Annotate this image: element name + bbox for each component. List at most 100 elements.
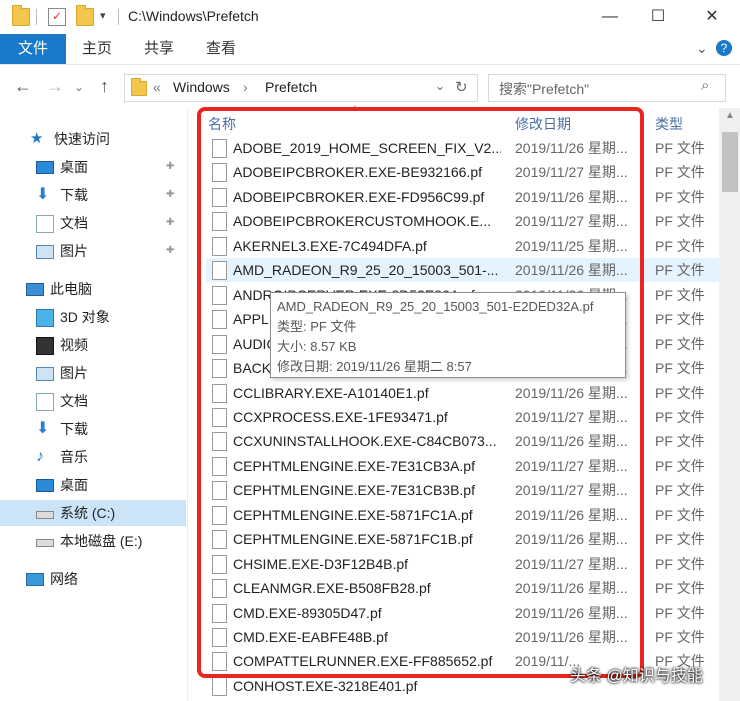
file-name: CMD.EXE-89305D47.pf	[233, 604, 382, 621]
file-row[interactable]: CMD.EXE-EABFE48B.pf 2019/11/26 星期... PF 文件	[206, 625, 726, 649]
up-arrow-icon[interactable]: ↑	[100, 76, 109, 97]
file-name: CCLIBRARY.EXE-A10140E1.pf	[233, 384, 429, 401]
pin-icon[interactable]: ✚	[166, 210, 174, 236]
sidebar-item[interactable]: 图片 ✚	[0, 238, 186, 264]
sidebar-item[interactable]: 此电脑	[0, 276, 186, 302]
new-folder-icon[interactable]	[76, 5, 94, 26]
overflow-crumb[interactable]: «	[153, 79, 161, 95]
file-row[interactable]: CCLIBRARY.EXE-A10140E1.pf 2019/11/26 星期..…	[206, 381, 726, 405]
column-header-date[interactable]: 修改日期	[515, 114, 571, 134]
sidebar-item[interactable]: 系统 (C:)	[0, 500, 186, 526]
file-row[interactable]: CHSIME.EXE-D3F12B4B.pf 2019/11/27 星期... PF…	[206, 552, 726, 576]
file-type: PF 文件	[655, 384, 705, 401]
sidebar-item-label: 下载	[60, 187, 88, 203]
help-icon[interactable]: ?	[716, 40, 732, 56]
maximize-button[interactable]: ☐	[634, 0, 682, 34]
chevron-down-icon[interactable]: ⌄	[435, 79, 445, 93]
search-placeholder[interactable]: 搜索"Prefetch"	[499, 79, 589, 99]
file-name: AMD_RADEON_R9_25_20_15003_501-...	[233, 262, 499, 279]
vertical-scrollbar[interactable]: ▲	[719, 108, 740, 701]
sidebar-item[interactable]: 文档	[0, 388, 186, 414]
file-name: CONHOST.EXE-3218E401.pf	[233, 677, 418, 694]
sidebar-item[interactable]: 3D 对象	[0, 304, 186, 330]
breadcrumb-windows[interactable]: Windows	[173, 79, 230, 95]
sidebar-item-label: 此电脑	[50, 281, 92, 297]
sidebar-item[interactable]: ⬇ 下载	[0, 416, 186, 442]
document-icon	[36, 393, 54, 411]
file-icon	[212, 628, 227, 647]
file-row[interactable]: ADOBEIPCBROKER.EXE-FD956C99.pf 2019/11/26…	[206, 185, 726, 209]
file-icon	[212, 236, 227, 256]
file-row[interactable]: CEPHTMLENGINE.EXE-5871FC1A.pf 2019/11/26 …	[206, 503, 726, 527]
file-icon	[212, 407, 227, 427]
file-type: PF 文件	[655, 457, 705, 474]
address-bar[interactable]: « Windows › Prefetch ⌄ ↻	[124, 74, 478, 102]
file-icon	[212, 456, 227, 476]
back-arrow-icon[interactable]: ←	[14, 76, 32, 97]
watermark: 头条 @知识与技能	[570, 668, 703, 685]
computer-icon	[26, 283, 44, 296]
file-icon	[212, 212, 227, 232]
file-row[interactable]: CCXUNINSTALLHOOK.EXE-C84CB073... 2019/11/…	[206, 429, 726, 453]
close-button[interactable]: ✕	[688, 0, 736, 34]
sidebar-item[interactable]: 本地磁盘 (E:)	[0, 528, 186, 554]
sidebar-item-label: 桌面	[60, 159, 88, 175]
tab-share[interactable]: 共享	[144, 34, 174, 64]
tab-file[interactable]: 文件	[0, 34, 66, 64]
scroll-up-icon[interactable]: ▲	[725, 110, 735, 121]
file-icon	[212, 359, 227, 379]
navigation-pane: ★ 快速访问 桌面 ✚ ⬇ 下载 ✚ 文档 ✚ 图片 ✚ 此电脑 3D 对象 视频 图片 文档 ⬇ 下载 ♪ 音乐 桌面…	[0, 118, 186, 701]
file-icon	[212, 554, 227, 574]
file-icon	[212, 310, 227, 330]
file-date: 2019/11/26 星期...	[515, 188, 628, 205]
file-type: PF 文件	[655, 213, 705, 230]
file-row[interactable]: ADOBEIPCBROKER.EXE-BE932166.pf 2019/11/27…	[206, 160, 726, 184]
sidebar-item[interactable]: ⬇ 下载 ✚	[0, 182, 186, 208]
file-type: PF 文件	[655, 360, 705, 377]
breadcrumb-prefetch[interactable]: Prefetch	[265, 79, 317, 95]
column-header-type[interactable]: 类型	[655, 114, 683, 134]
pin-icon[interactable]: ✚	[166, 182, 174, 208]
customize-toolbar-icon[interactable]: ▾	[100, 9, 106, 22]
folder-icon[interactable]	[12, 5, 30, 26]
search-box[interactable]: 搜索"Prefetch" ⌕	[488, 74, 726, 102]
file-row[interactable]: ADOBEIPCBROKERCUSTOMHOOK.E... 2019/11/27 …	[206, 209, 726, 233]
sidebar-item[interactable]: ★ 快速访问	[0, 126, 186, 152]
file-row[interactable]: CMD.EXE-89305D47.pf 2019/11/26 星期... PF 文件	[206, 601, 726, 625]
tab-home[interactable]: 主页	[82, 34, 112, 64]
sidebar-item[interactable]: 图片	[0, 360, 186, 386]
sidebar-item[interactable]: ♪ 音乐	[0, 444, 186, 470]
sidebar-item[interactable]: 文档 ✚	[0, 210, 186, 236]
minimize-button[interactable]: —	[586, 0, 634, 34]
sidebar-item[interactable]: 视频	[0, 332, 186, 358]
file-list: 名称 修改日期 类型 ⌃ ADOBE_2019_HOME_SCREEN_FIX_…	[187, 104, 740, 701]
pin-icon[interactable]: ✚	[166, 238, 174, 264]
file-name: CEPHTMLENGINE.EXE-5871FC1B.pf	[233, 531, 473, 548]
desktop-icon	[36, 479, 54, 492]
tab-view[interactable]: 查看	[206, 34, 236, 64]
search-icon[interactable]: ⌕	[701, 77, 709, 94]
sidebar-item[interactable]: 桌面 ✚	[0, 154, 186, 180]
file-row[interactable]: CEPHTMLENGINE.EXE-7E31CB3B.pf 2019/11/27 …	[206, 478, 726, 502]
properties-icon[interactable]: ✓	[48, 8, 66, 26]
recent-locations-icon[interactable]: ⌄	[74, 80, 84, 94]
file-row[interactable]: AKERNEL3.EXE-7C494DFA.pf 2019/11/25 星期...…	[206, 234, 726, 258]
file-type: PF 文件	[655, 482, 705, 499]
file-icon	[212, 652, 227, 672]
file-row[interactable]: CCXPROCESS.EXE-1FE93471.pf 2019/11/27 星期.…	[206, 405, 726, 429]
sidebar-item[interactable]: 桌面	[0, 472, 186, 498]
sidebar-item[interactable]: 网络	[0, 566, 186, 592]
file-row[interactable]: CEPHTMLENGINE.EXE-5871FC1B.pf 2019/11/26 …	[206, 527, 726, 551]
file-row[interactable]: ADOBE_2019_HOME_SCREEN_FIX_V2... 2019/11/…	[206, 136, 726, 160]
sidebar-item-label: 音乐	[60, 449, 88, 465]
pin-icon[interactable]: ✚	[166, 154, 174, 180]
expand-ribbon-icon[interactable]: ⌄	[696, 40, 708, 57]
file-type: PF 文件	[655, 604, 705, 621]
file-row[interactable]: AMD_RADEON_R9_25_20_15003_501-... 2019/11…	[206, 258, 726, 283]
file-row[interactable]: CEPHTMLENGINE.EXE-7E31CB3A.pf 2019/11/27 …	[206, 454, 726, 478]
forward-arrow-icon[interactable]: →	[46, 76, 64, 97]
refresh-icon[interactable]: ↻	[455, 78, 468, 96]
file-row[interactable]: CLEANMGR.EXE-B508FB28.pf 2019/11/26 星期...…	[206, 576, 726, 600]
scrollbar-thumb[interactable]	[722, 132, 738, 192]
column-header-name[interactable]: 名称	[208, 114, 236, 134]
